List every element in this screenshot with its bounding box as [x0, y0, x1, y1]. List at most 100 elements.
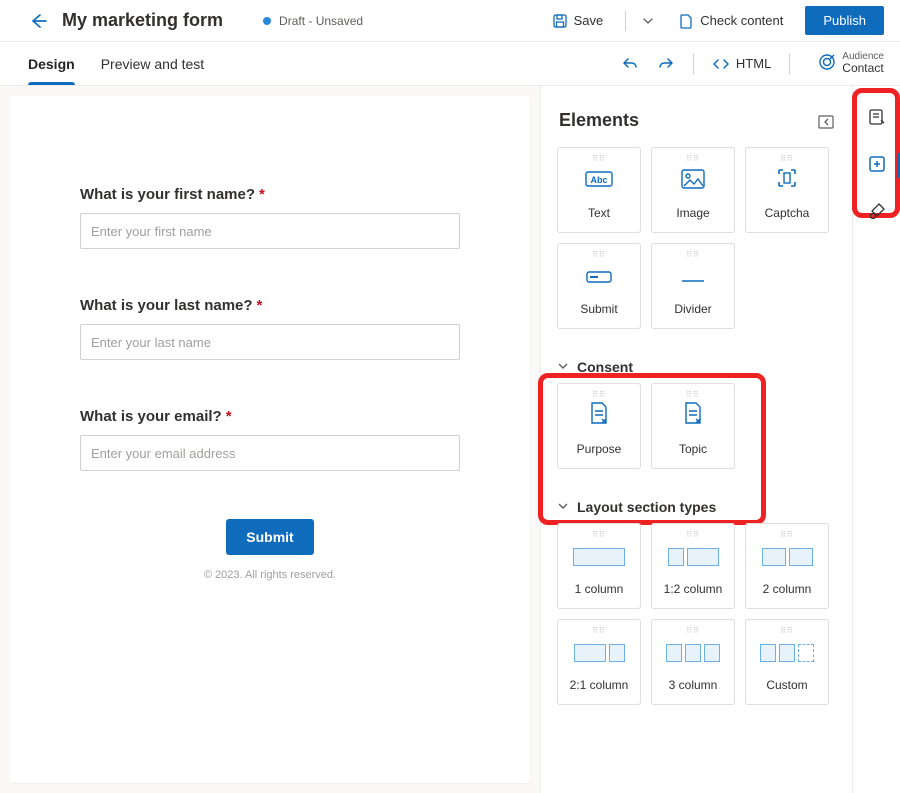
- required-icon: *: [226, 408, 232, 425]
- form-submit-button[interactable]: Submit: [226, 519, 313, 555]
- html-label: HTML: [736, 56, 771, 71]
- last-name-input[interactable]: [80, 324, 460, 360]
- divider: [789, 54, 790, 74]
- divider: [693, 54, 694, 74]
- check-content-button[interactable]: Check content: [670, 9, 791, 33]
- publish-button[interactable]: Publish: [805, 6, 884, 35]
- image-icon: [681, 169, 705, 192]
- layout-thumb-icon: [574, 642, 625, 664]
- element-label: Captcha: [765, 206, 810, 220]
- element-label: 1:2 column: [664, 582, 723, 596]
- field-last-name: What is your last name?*: [80, 297, 460, 360]
- tabs: Design Preview and test: [28, 42, 204, 85]
- elements-panel: Elements ⠿⠿ Abc Text ⠿⠿ Image ⠿⠿ Captcha: [540, 86, 852, 793]
- element-label: 2 column: [763, 582, 812, 596]
- layout-thumb-icon: [573, 546, 625, 568]
- chevron-down-icon: [557, 359, 569, 375]
- element-label: Topic: [679, 442, 707, 456]
- right-rail: [852, 86, 900, 793]
- rail-form-settings[interactable]: [862, 102, 892, 135]
- layout-elements: ⠿⠿ 1 column ⠿⠿ 1:2 column ⠿⠿ 2 column ⠿⠿…: [541, 521, 852, 725]
- text-icon: Abc: [585, 169, 613, 192]
- field-label: What is your last name?: [80, 297, 253, 314]
- element-label: 3 column: [669, 678, 718, 692]
- element-divider[interactable]: ⠿⠿ Divider: [651, 243, 735, 329]
- email-input[interactable]: [80, 435, 460, 471]
- check-content-label: Check content: [700, 13, 783, 28]
- rail-styles[interactable]: [862, 196, 892, 229]
- element-label: Custom: [766, 678, 807, 692]
- element-topic[interactable]: ⠿⠿ Topic: [651, 383, 735, 469]
- field-first-name: What is your first name?*: [80, 186, 460, 249]
- section-layout-toggle[interactable]: Layout section types: [541, 489, 852, 521]
- target-icon: [818, 53, 836, 74]
- add-element-icon: [868, 155, 886, 173]
- layout-thumb-icon: [762, 546, 813, 568]
- layout-3-column[interactable]: ⠿⠿ 3 column: [651, 619, 735, 705]
- element-label: Image: [676, 206, 709, 220]
- document-check-icon: [678, 13, 694, 29]
- element-purpose[interactable]: ⠿⠿ Purpose: [557, 383, 641, 469]
- divider-icon: [680, 272, 706, 288]
- element-submit[interactable]: ⠿⠿ Submit: [557, 243, 641, 329]
- element-image[interactable]: ⠿⠿ Image: [651, 147, 735, 233]
- layout-1-column[interactable]: ⠿⠿ 1 column: [557, 523, 641, 609]
- app-header: My marketing form Draft - Unsaved Save C…: [0, 0, 900, 42]
- status-dot-icon: [263, 17, 271, 25]
- element-label: Text: [588, 206, 610, 220]
- redo-button[interactable]: [657, 55, 675, 73]
- status-text: Draft - Unsaved: [279, 14, 363, 28]
- captcha-icon: [776, 167, 798, 192]
- section-consent-toggle[interactable]: Consent: [541, 349, 852, 381]
- audience-selector[interactable]: Audience Contact: [818, 51, 884, 75]
- html-button[interactable]: HTML: [712, 55, 771, 73]
- code-icon: [712, 55, 730, 73]
- status-badge: Draft - Unsaved: [263, 14, 363, 28]
- save-dropdown[interactable]: [640, 11, 656, 31]
- element-text[interactable]: ⠿⠿ Abc Text: [557, 147, 641, 233]
- field-email: What is your email?*: [80, 408, 460, 471]
- collapse-panel-button[interactable]: [818, 112, 834, 129]
- layout-custom[interactable]: ⠿⠿ Custom: [745, 619, 829, 705]
- layout-2-column[interactable]: ⠿⠿ 2 column: [745, 523, 829, 609]
- layout-21-column[interactable]: ⠿⠿ 2:1 column: [557, 619, 641, 705]
- rail-elements[interactable]: [862, 149, 892, 182]
- main: What is your first name?* What is your l…: [0, 86, 900, 793]
- layout-thumb-icon: [666, 642, 720, 664]
- save-label: Save: [574, 13, 604, 28]
- undo-button[interactable]: [621, 55, 639, 73]
- layout-12-column[interactable]: ⠿⠿ 1:2 column: [651, 523, 735, 609]
- section-title: Consent: [577, 359, 633, 375]
- audience-value: Contact: [842, 62, 884, 75]
- canvas-wrap: What is your first name?* What is your l…: [0, 86, 540, 793]
- element-label: 1 column: [575, 582, 624, 596]
- sub-header: Design Preview and test HTML Audience Co…: [0, 42, 900, 86]
- page-title: My marketing form: [62, 10, 223, 31]
- section-title: Layout section types: [577, 499, 716, 515]
- element-label: Submit: [580, 302, 617, 316]
- required-icon: *: [259, 186, 265, 203]
- consent-elements: ⠿⠿ Purpose ⠿⠿ Topic: [541, 381, 852, 489]
- svg-text:Abc: Abc: [590, 175, 607, 185]
- basic-elements: ⠿⠿ Abc Text ⠿⠿ Image ⠿⠿ Captcha ⠿⠿ Submi…: [541, 145, 852, 349]
- right-side: Elements ⠿⠿ Abc Text ⠿⠿ Image ⠿⠿ Captcha: [540, 86, 900, 793]
- element-captcha[interactable]: ⠿⠿ Captcha: [745, 147, 829, 233]
- element-label: Divider: [674, 302, 711, 316]
- submit-icon: [586, 269, 612, 288]
- chevron-down-icon: [557, 499, 569, 515]
- divider: [625, 11, 626, 31]
- element-label: 2:1 column: [570, 678, 629, 692]
- save-icon: [552, 13, 568, 29]
- field-label: What is your first name?: [80, 186, 255, 203]
- redo-icon: [657, 55, 675, 73]
- first-name-input[interactable]: [80, 213, 460, 249]
- tab-preview[interactable]: Preview and test: [101, 42, 205, 85]
- collapse-icon: [818, 115, 834, 129]
- back-icon[interactable]: [28, 11, 48, 31]
- layout-thumb-icon: [760, 642, 814, 664]
- form-footer: © 2023. All rights reserved.: [80, 569, 460, 581]
- form-canvas[interactable]: What is your first name?* What is your l…: [10, 96, 530, 783]
- tab-design[interactable]: Design: [28, 42, 75, 85]
- save-button[interactable]: Save: [544, 9, 612, 33]
- form-settings-icon: [868, 108, 886, 126]
